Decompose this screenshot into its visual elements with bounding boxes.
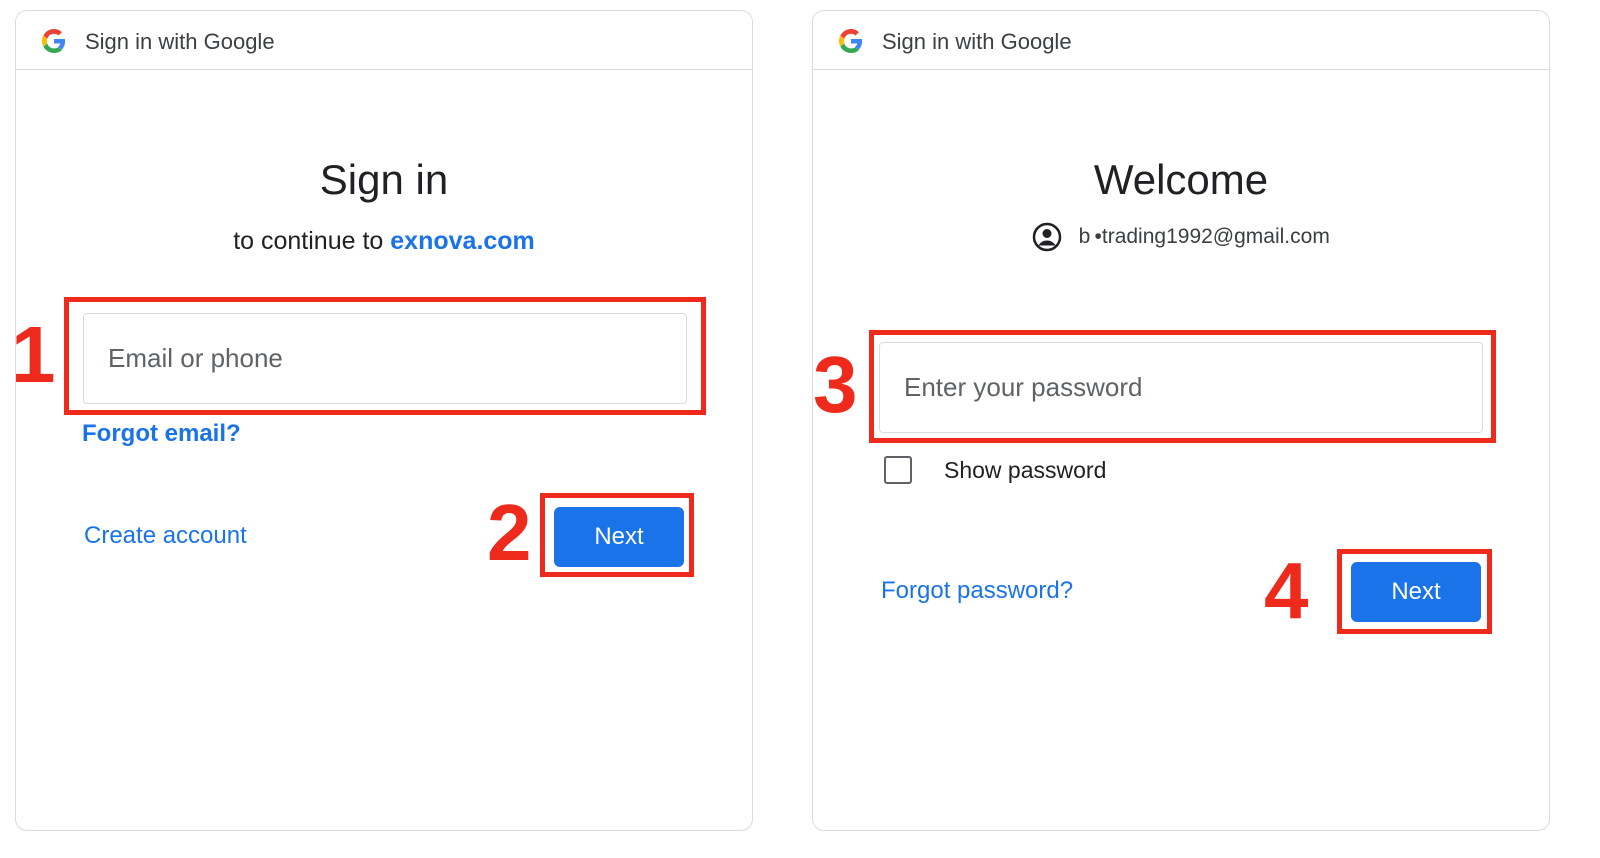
show-password-label[interactable]: Show password [944, 456, 1106, 484]
password-field-highlight [869, 330, 1496, 443]
next-button-highlight [540, 493, 694, 577]
subtitle-prefix: to continue to [233, 227, 384, 255]
panel-header: Sign in with Google [16, 11, 752, 70]
create-account-link[interactable]: Create account [84, 521, 247, 551]
next-button-highlight [1337, 549, 1492, 634]
email-field-highlight [64, 297, 706, 415]
header-title: Sign in with Google [85, 29, 275, 54]
signin-panel: Sign in with Google Sign in to continue … [15, 10, 753, 831]
show-password-checkbox[interactable] [884, 456, 912, 484]
step-number-3: 3 [813, 340, 858, 429]
page-title: Sign in [319, 156, 449, 203]
forgot-password-link[interactable]: Forgot password? [881, 576, 1073, 606]
header-title: Sign in with Google [882, 29, 1072, 54]
google-g-icon [839, 29, 863, 53]
account-circle-icon [1032, 222, 1062, 252]
account-email: b •trading1992@gmail.com [1078, 225, 1330, 248]
account-chip[interactable]: b •trading1992@gmail.com [813, 222, 1549, 256]
step-number-4: 4 [1264, 546, 1309, 635]
panel-header: Sign in with Google [813, 11, 1549, 70]
google-g-icon [42, 29, 66, 53]
page-title: Welcome [1093, 156, 1269, 203]
step-number-1: 1 [11, 310, 56, 399]
continue-subtitle: to continue to exnova.com [16, 225, 752, 257]
site-link[interactable]: exnova.com [390, 227, 535, 255]
forgot-email-link[interactable]: Forgot email? [82, 419, 241, 449]
step-number-2: 2 [487, 488, 532, 577]
